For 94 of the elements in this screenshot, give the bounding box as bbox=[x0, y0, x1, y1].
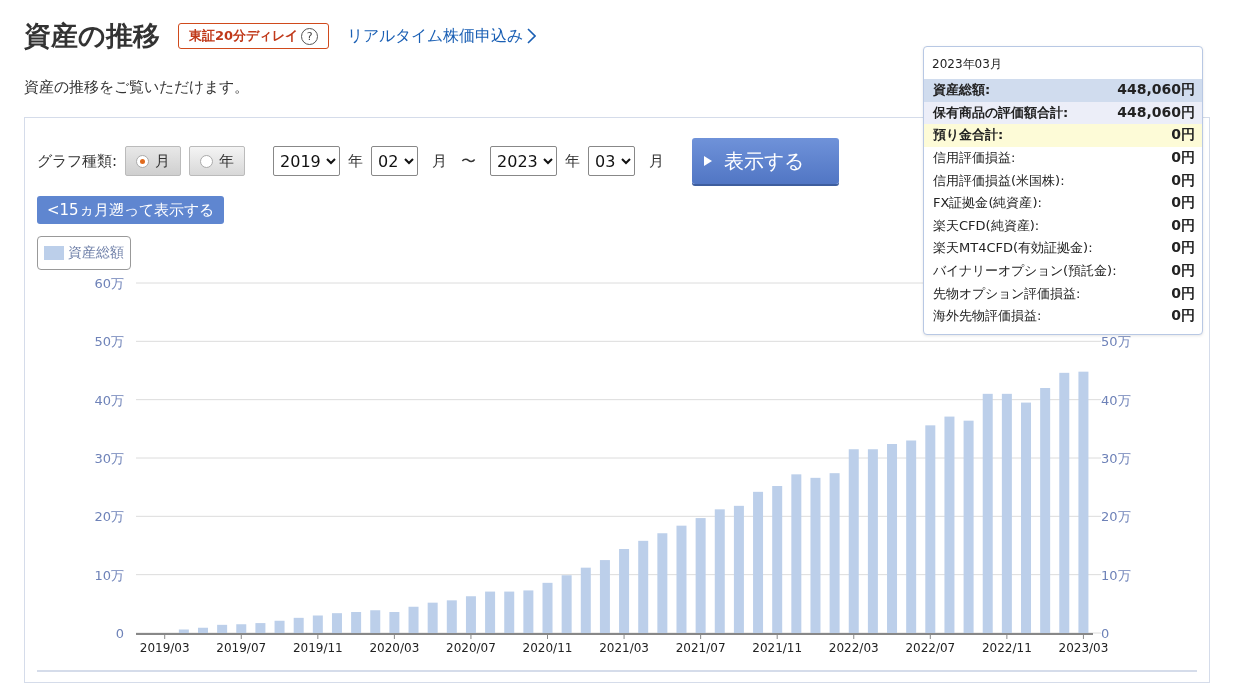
axis-label: 10万 bbox=[1101, 567, 1131, 583]
axis-label: 2021/07 bbox=[675, 641, 726, 655]
year-unit: 年 bbox=[565, 151, 581, 171]
tooltip-value: 0円 bbox=[1171, 216, 1195, 235]
axis-label: 2019/07 bbox=[216, 641, 267, 655]
month-unit: 月 bbox=[432, 151, 448, 171]
axis-label: 0 bbox=[1101, 626, 1110, 641]
axis-label: 2019/03 bbox=[139, 641, 190, 655]
end-year-select[interactable]: 2023 bbox=[490, 146, 558, 176]
tooltip-label: 先物オプション評価損益: bbox=[933, 284, 1081, 303]
bar bbox=[217, 624, 228, 633]
show-button[interactable]: 表示する bbox=[692, 138, 840, 184]
bar bbox=[370, 610, 381, 633]
graph-type-label: グラフ種類: bbox=[37, 151, 118, 171]
end-month-select[interactable]: 03 bbox=[588, 146, 636, 176]
badge-text: 東証20分ディレイ bbox=[189, 27, 299, 45]
bar bbox=[408, 606, 419, 633]
bar bbox=[198, 627, 208, 633]
axis-label: 40万 bbox=[1101, 392, 1131, 408]
bar bbox=[255, 623, 266, 633]
legend-label: 資産総額 bbox=[68, 244, 124, 262]
axis-label: 10万 bbox=[94, 567, 124, 583]
graph-type-radio[interactable]: 月 bbox=[125, 146, 182, 176]
axis-label: 2023/03 bbox=[1058, 641, 1109, 655]
start-month-select[interactable]: 02 bbox=[371, 146, 419, 176]
axis-label: 0 bbox=[115, 626, 124, 641]
bar bbox=[274, 620, 285, 633]
axis-label: 2019/11 bbox=[292, 641, 343, 655]
axis-label: 20万 bbox=[94, 509, 124, 525]
bar bbox=[312, 615, 323, 633]
description: 資産の推移をご覧いただけます。 bbox=[24, 78, 249, 97]
back-15-months-button[interactable]: <15ヵ月遡って表示する bbox=[37, 196, 224, 224]
axis-label: 2022/11 bbox=[981, 641, 1032, 655]
axis-label: 2021/11 bbox=[752, 641, 803, 655]
chevron-right-icon bbox=[527, 28, 537, 44]
bar bbox=[331, 613, 342, 633]
month-unit: 月 bbox=[649, 151, 665, 171]
axis-label: 30万 bbox=[1101, 451, 1131, 466]
axis-label: 30万 bbox=[94, 451, 124, 466]
bar bbox=[523, 590, 534, 633]
bar bbox=[561, 575, 572, 633]
tooltip-value: 0円 bbox=[1171, 284, 1195, 303]
tooltip-value: 448,060円 bbox=[1117, 103, 1195, 122]
tooltip-label: 預り金合計: bbox=[933, 126, 1004, 145]
tooltip-value: 0円 bbox=[1171, 171, 1195, 190]
tooltip-label: 信用評価損益: bbox=[933, 149, 1016, 168]
tooltip-value: 0円 bbox=[1171, 194, 1195, 213]
axis-label: 2020/11 bbox=[522, 641, 573, 655]
bar bbox=[446, 600, 457, 633]
axis-label: 20万 bbox=[1101, 509, 1131, 525]
bar bbox=[485, 591, 496, 633]
bar bbox=[293, 617, 304, 633]
page-title: 資産の推移 bbox=[24, 19, 160, 53]
tooltip-value: 0円 bbox=[1171, 149, 1195, 168]
play-icon bbox=[704, 156, 713, 166]
axis-label: 2020/03 bbox=[369, 641, 420, 655]
bar bbox=[580, 567, 591, 633]
bar bbox=[542, 582, 553, 633]
axis-label: 50万 bbox=[1101, 334, 1131, 350]
axis-label: 2021/03 bbox=[599, 641, 649, 655]
bar bbox=[389, 612, 400, 633]
axis-label: 2022/03 bbox=[828, 641, 879, 655]
axis-label: 2022/07 bbox=[905, 641, 956, 655]
year-unit: 年 bbox=[348, 151, 364, 171]
tooltip-label: 楽天MT4CFD(有効証拠金): bbox=[933, 239, 1093, 258]
bar bbox=[504, 591, 515, 633]
bar bbox=[236, 624, 247, 633]
tooltip-value: 0円 bbox=[1171, 307, 1195, 326]
tooltip-title: 2023年03月 bbox=[931, 56, 1003, 73]
range-tilde: 〜 bbox=[461, 151, 477, 171]
tooltip-label: 資産総額: bbox=[933, 81, 991, 100]
tooltip-value: 448,060円 bbox=[1117, 81, 1195, 100]
tooltip-value: 0円 bbox=[1171, 126, 1195, 145]
bar bbox=[351, 612, 362, 633]
chart-legend[interactable]: 資産総額 bbox=[37, 236, 131, 270]
tooltip-value: 0円 bbox=[1171, 239, 1195, 258]
tooltip-label: 信用評価損益(米国株): bbox=[933, 171, 1065, 190]
tooltip-label: FX証拠金(純資産): bbox=[933, 194, 1042, 213]
axis-label: 2020/07 bbox=[446, 641, 496, 655]
axis-label: 40万 bbox=[94, 392, 124, 408]
tooltip-label: 楽天CFD(純資産): bbox=[933, 216, 1040, 235]
legend-swatch bbox=[44, 246, 64, 260]
tooltip-label: バイナリーオプション(預託金): bbox=[933, 262, 1117, 281]
bar bbox=[178, 629, 189, 633]
start-year-select[interactable]: 2019 bbox=[273, 146, 341, 176]
realtime-link[interactable]: リアルタイム株価申込み bbox=[347, 25, 537, 47]
axis-label: 50万 bbox=[94, 334, 124, 350]
axis-label: 60万 bbox=[94, 276, 124, 291]
tooltip-label: 保有商品の評価額合計: bbox=[933, 103, 1069, 122]
bar bbox=[465, 596, 476, 633]
tooltip-label: 海外先物評価損益: bbox=[933, 307, 1042, 326]
tooltip-value: 0円 bbox=[1171, 262, 1195, 281]
graph-type-radio[interactable]: 年 bbox=[189, 146, 246, 176]
bar bbox=[427, 602, 438, 633]
